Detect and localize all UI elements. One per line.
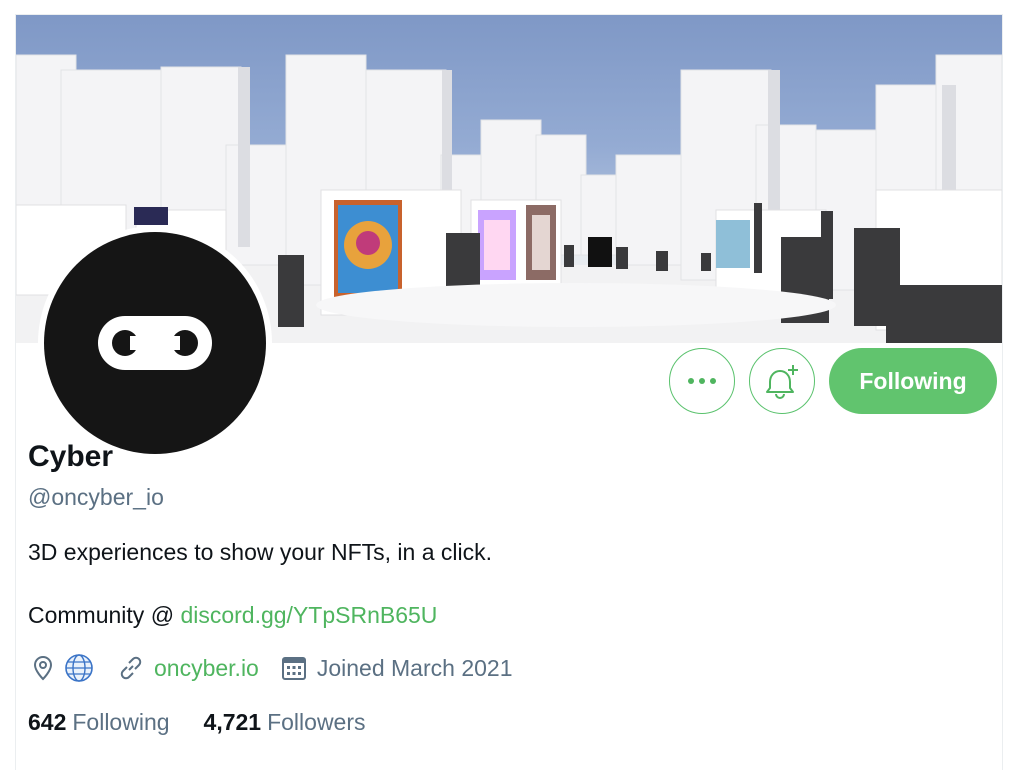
more-options-button[interactable]: [669, 348, 735, 414]
discord-link[interactable]: discord.gg/YTpSRnB65U: [180, 602, 437, 628]
profile-bio: 3D experiences to show your NFTs, in a c…: [28, 539, 493, 565]
location-pin-icon: [28, 653, 58, 683]
community-prefix: Community @: [28, 602, 181, 628]
joined-date: Joined March 2021: [316, 654, 513, 681]
profile-counts: 642 Following 4,721 Followers: [28, 706, 366, 738]
profile-bio-community: Community @ discord.gg/YTpSRnB65U: [28, 602, 437, 629]
following-count-link[interactable]: 642 Following: [28, 709, 170, 736]
following-count: 642: [28, 708, 67, 735]
followers-count: 4,721: [203, 708, 262, 735]
notifications-button[interactable]: [749, 348, 815, 414]
following-button[interactable]: Following: [829, 348, 997, 414]
cyber-logo-icon: [97, 316, 213, 370]
globe-icon: [64, 653, 94, 683]
followers-label: Followers: [267, 708, 366, 735]
avatar[interactable]: [44, 232, 266, 454]
followers-count-link[interactable]: 4,721 Followers: [204, 709, 366, 736]
profile-actions: Following: [669, 348, 997, 414]
more-dots-icon: [688, 378, 716, 384]
calendar-icon: [279, 653, 309, 683]
bell-plus-icon: [766, 365, 798, 399]
profile-meta: oncyber.io Joined March 2021: [28, 650, 512, 686]
website-link[interactable]: oncyber.io: [154, 655, 259, 682]
profile-name: Cyber: [28, 440, 114, 473]
link-icon: [116, 653, 146, 683]
avatar-border: [38, 226, 272, 460]
following-label: Following: [72, 708, 170, 735]
profile-handle: @oncyber_io: [28, 484, 164, 510]
